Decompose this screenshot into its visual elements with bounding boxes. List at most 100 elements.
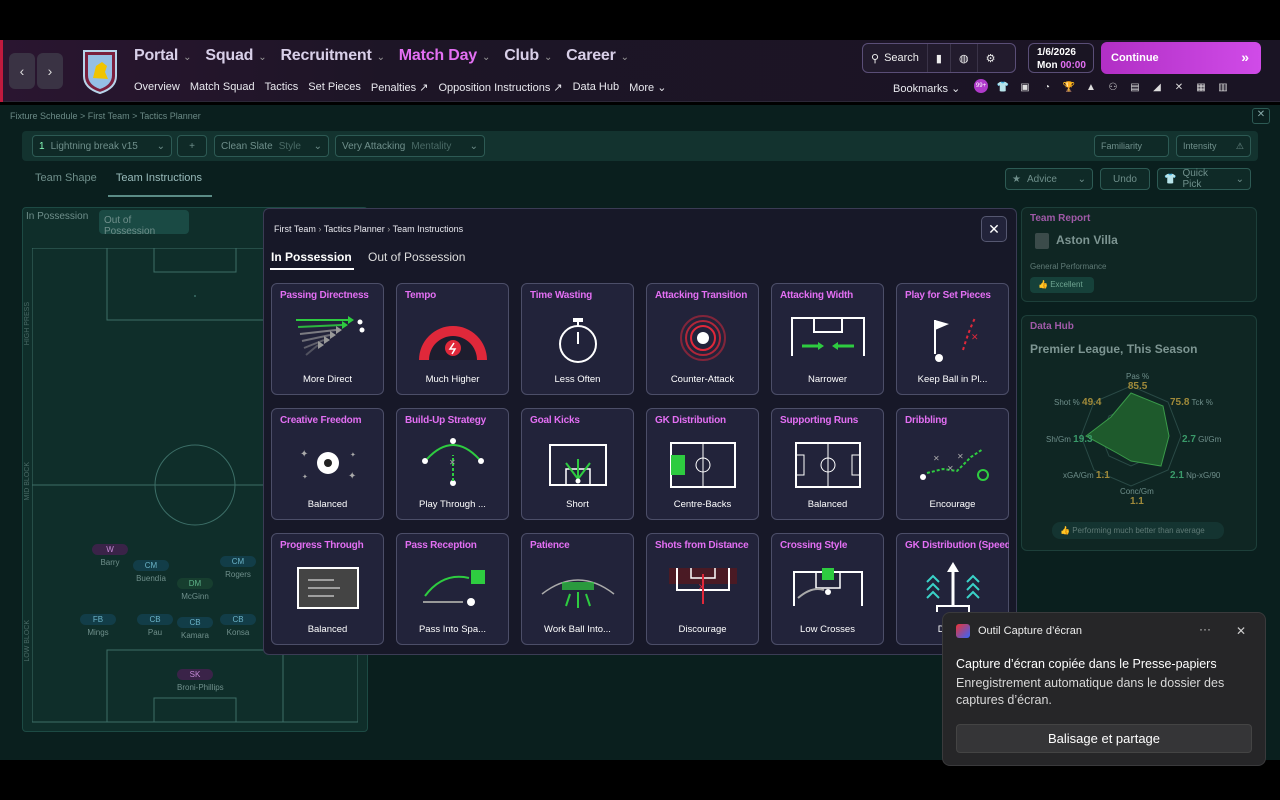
subnav-opposition-instructions[interactable]: Opposition Instructions ↗ [438,81,562,94]
instruction-card-patience[interactable]: Patience Work Ball Into... [521,533,634,645]
people-icon[interactable]: ⚇ [1106,80,1120,94]
card-title: Build-Up Strategy [405,415,487,426]
advice-button[interactable]: ★ Advice ⌄ [1005,168,1093,190]
performance-label: General Performance [1030,262,1107,271]
subnav-data-hub[interactable]: Data Hub [573,81,619,94]
add-tactic-button[interactable]: + [177,135,207,157]
chevron-down-icon: ⌄ [1235,173,1244,185]
low-block-label: LOW BLOCK [24,620,31,662]
player-marker[interactable]: DM McGinn [177,578,213,601]
tab-out-of-possession[interactable]: Out of Possession [368,250,465,264]
nav-career[interactable]: Career ⌄ [566,47,629,65]
tactic-number: 1 [39,140,45,152]
player-marker[interactable]: CM Buendía [133,560,169,583]
instruction-card-gk-distribution[interactable]: GK Distribution Centre-Backs [646,408,759,520]
tempo-gauge-icon [419,326,487,360]
tab-team-shape[interactable]: Team Shape [35,172,97,184]
instruction-card-attacking-width[interactable]: Attacking Width Narrower [771,283,884,395]
team-report-title: Team Report [1030,213,1091,224]
date-display[interactable]: 1/6/2026 Mon 00:00 [1028,43,1094,73]
instruction-card-build-up-strategy[interactable]: Build-Up Strategy ✕ Play Through ... [396,408,509,520]
instruction-card-goal-kicks[interactable]: Goal Kicks Short [521,408,634,520]
instruction-card-time-wasting[interactable]: Time Wasting Less Often [521,283,634,395]
chevron-down-icon: ⌄ [951,83,961,95]
tactic-select[interactable]: 1 Lightning break v15 ⌄ [32,135,172,157]
quick-pick-button[interactable]: 👕 Quick Pick ⌄ [1157,168,1251,190]
subnav-set-pieces[interactable]: Set Pieces [308,81,361,94]
phase-tab-in-possession[interactable]: In Possession [26,211,88,222]
instruction-card-progress-through[interactable]: Progress Through Balanced [271,533,384,645]
tab-in-possession[interactable]: In Possession [271,250,352,264]
tab-team-instructions[interactable]: Team Instructions [116,172,202,184]
megaphone-icon[interactable]: ◢ [1150,80,1164,94]
subnav-match-squad[interactable]: Match Squad [190,81,255,94]
player-marker[interactable]: SK Broni-Phillips [177,669,224,692]
breadcrumb-tactics-planner[interactable]: Tactics Planner [324,224,385,234]
notes-icon[interactable]: ▥ [1216,80,1230,94]
card-value: Counter-Attack [670,374,735,385]
markup-share-button[interactable]: Balisage et partage [956,724,1252,753]
instruction-card-crossing-style[interactable]: Crossing Style Low Crosses [771,533,884,645]
breadcrumb-first-team[interactable]: First Team [274,224,316,234]
player-marker[interactable]: FB Mings [80,614,116,637]
subnav-tactics[interactable]: Tactics [265,81,299,94]
player-marker[interactable]: CM Rogers [220,556,256,579]
nav-match-day[interactable]: Match Day ⌄ [399,47,491,65]
style-select[interactable]: Clean Slate Style ⌄ [214,135,329,157]
instruction-card-pass-reception[interactable]: Pass Reception Pass Into Spa... [396,533,509,645]
stat-label: Shot % [1054,398,1080,407]
bookmark-button[interactable]: ▮ [928,44,951,72]
chevron-right-icon: › [47,63,53,79]
notification-badge[interactable]: 99+ [974,79,988,93]
subnav-penalties[interactable]: Penalties ↗ [371,81,429,94]
stat-label: Pas % [1126,372,1150,381]
forward-button[interactable]: › [37,53,63,89]
mentality-select[interactable]: Very Attacking Mentality ⌄ [335,135,485,157]
subnav-label: Data Hub [572,81,620,93]
instruction-card-tempo[interactable]: Tempo Much Higher [396,283,509,395]
player-marker[interactable]: CB Pau [137,614,173,637]
instruction-card-creative-freedom[interactable]: Creative Freedom ✦ ✦ ✦ ✦ Balanced [271,408,384,520]
back-button[interactable]: ‹ [9,53,35,89]
cone-icon[interactable]: ▲ [1084,80,1098,94]
player-name: Kamara [180,631,209,640]
data-hub-footer: 👍 Performing much better than average [1052,522,1224,539]
chat-icon[interactable]: ◔ [1040,80,1054,94]
instruction-card-supporting-runs[interactable]: Supporting Runs Balanced [771,408,884,520]
player-marker[interactable]: CB Konsa [220,614,256,637]
instruction-card-dribbling[interactable]: Dribbling ✕ ✕ ✕ Encourage [896,408,1009,520]
document-icon[interactable]: ▤ [1128,80,1142,94]
mentality-value: Very Attacking [342,140,406,152]
nav-recruitment[interactable]: Recruitment ⌄ [280,47,385,65]
modal-close-button[interactable]: ✕ [981,216,1007,242]
phase-tab-out-of-possession[interactable]: Out of Possession [99,210,189,237]
chevron-down-icon: ⌄ [1077,173,1086,185]
nav-portal[interactable]: Portal ⌄ [134,47,192,65]
trophy-icon[interactable]: 🏆 [1062,80,1076,94]
club-crest-logo[interactable] [82,48,118,94]
search-button[interactable]: ⚲ Search [863,44,928,72]
instruction-card-passing-directness[interactable]: Passing Directness More Direct [271,283,384,395]
subnav-overview[interactable]: Overview [134,81,180,94]
subnav-more[interactable]: More ⌄ [629,81,666,94]
undo-button[interactable]: Undo [1100,168,1150,190]
settings-button[interactable]: ⚙ [978,44,1004,72]
nav-squad[interactable]: Squad ⌄ [205,47,266,65]
nav-club[interactable]: Club ⌄ [504,47,552,65]
continue-button[interactable]: Continue » [1101,42,1261,74]
player-marker[interactable]: W Barry [92,544,128,567]
card-icon[interactable]: ▣ [1018,80,1032,94]
bookmarks-dropdown[interactable]: Bookmarks ⌄ [893,82,960,95]
page-close-button[interactable]: ✕ [1252,108,1270,124]
tab-underline [108,195,212,197]
instruction-card-shots-from-distance[interactable]: Shots from Distance ✕ Discourage [646,533,759,645]
globe-button[interactable]: ◍ [951,44,978,72]
calendar-icon[interactable]: ▦ [1194,80,1208,94]
shirt-icon[interactable]: 👕 [996,80,1010,94]
instruction-card-play-for-set-pieces[interactable]: Play for Set Pieces ✕ Keep Ball in Pl... [896,283,1009,395]
toast-close-button[interactable]: ✕ [1236,624,1246,638]
player-marker[interactable]: CB Kamara [177,617,213,640]
instruction-card-attacking-transition[interactable]: Attacking Transition Counter-Attack [646,283,759,395]
toast-more-button[interactable]: ··· [1199,622,1211,636]
tools-icon[interactable]: ✕ [1172,80,1186,94]
